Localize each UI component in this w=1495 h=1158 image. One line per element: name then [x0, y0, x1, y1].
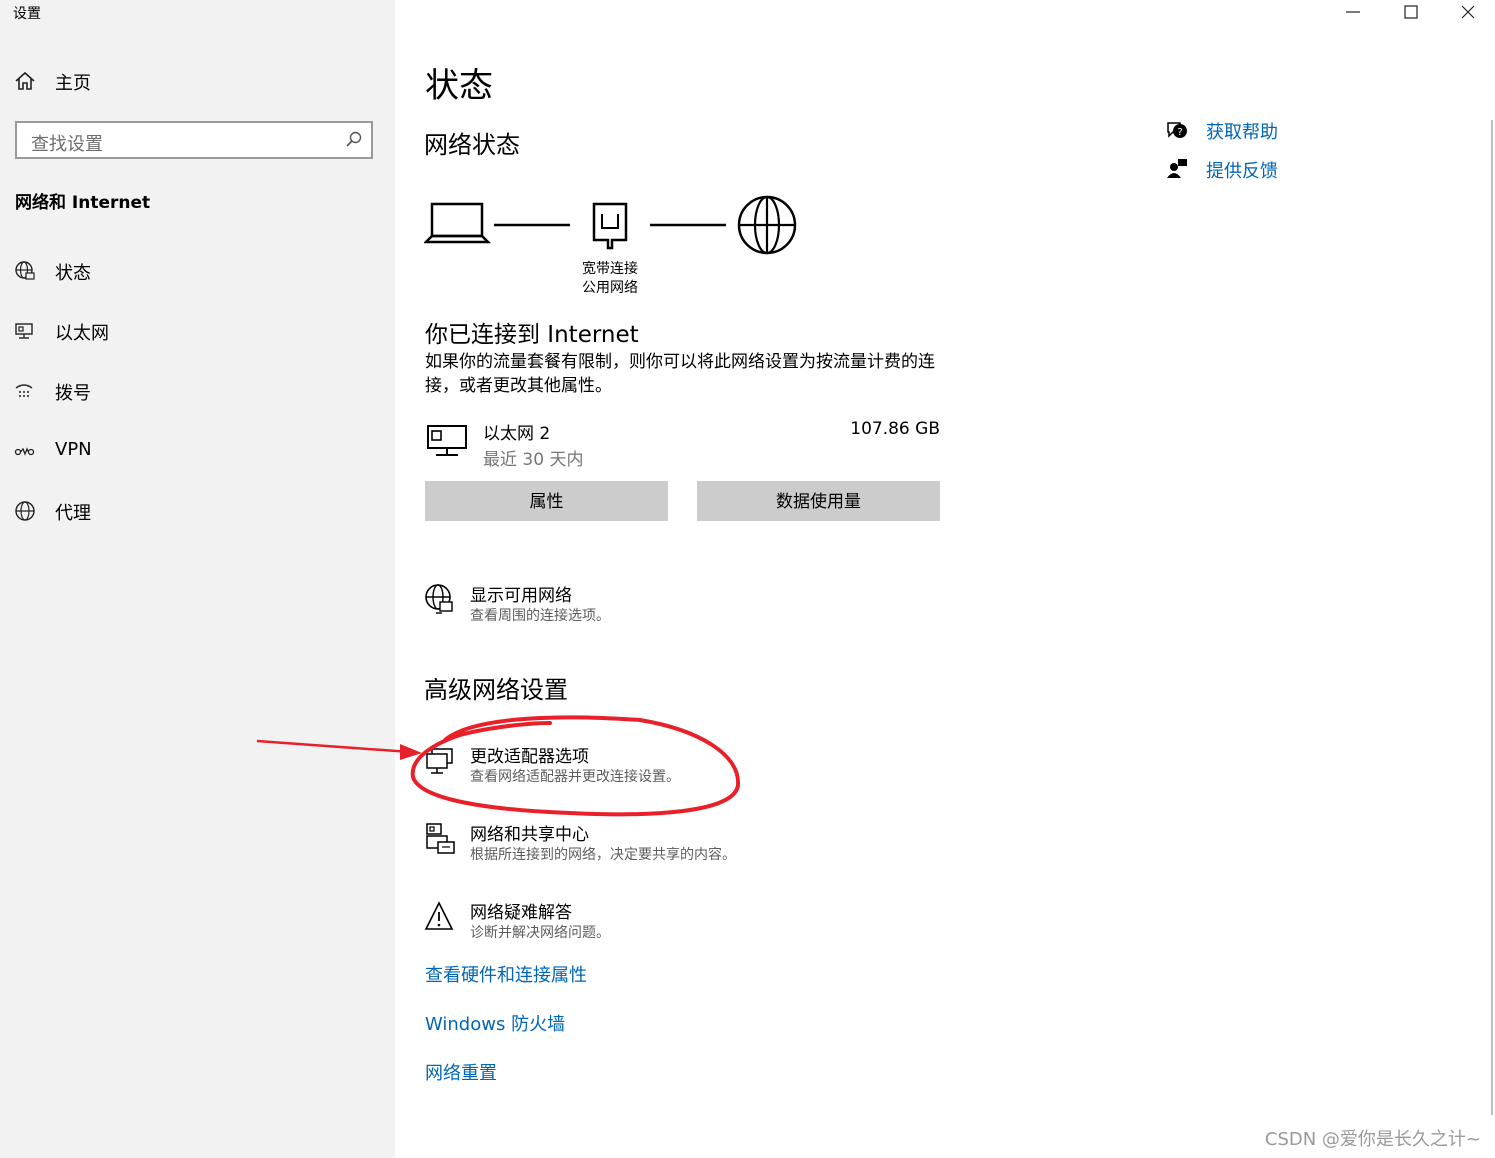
sidebar-item-status[interactable]: 状态 — [0, 248, 395, 296]
option-title: 网络疑难解答 — [470, 903, 572, 923]
ethernet-adapter-icon — [427, 425, 467, 456]
router-icon — [592, 202, 628, 250]
svg-text:?: ? — [1177, 127, 1182, 138]
adapter-name: 以太网 2 — [483, 424, 551, 444]
minimize-button[interactable] — [1330, 0, 1376, 26]
network-troubleshooter[interactable]: 网络疑难解答 诊断并解决网络问题。 — [424, 897, 824, 947]
maximize-button[interactable] — [1388, 0, 1434, 26]
globe-icon — [14, 500, 36, 522]
option-title: 网络和共享中心 — [470, 825, 589, 845]
sidebar-item-label: VPN — [55, 439, 92, 460]
get-help-link[interactable]: 获取帮助 — [1206, 118, 1278, 144]
section-heading: 网络和 Internet — [15, 193, 151, 213]
network-diagram — [424, 195, 797, 255]
feedback-link[interactable]: 提供反馈 — [1206, 157, 1278, 183]
red-annotation — [256, 715, 741, 817]
sidebar-item-vpn[interactable]: VPN — [0, 428, 395, 476]
annotation-circle — [410, 715, 741, 817]
sidebar-item-label: 状态 — [55, 263, 91, 284]
minimize-icon — [1346, 11, 1360, 13]
globe-status-icon — [14, 260, 36, 282]
warning-icon — [424, 901, 454, 930]
adapter-period: 最近 30 天内 — [483, 450, 584, 470]
option-subtitle: 诊断并解决网络问题。 — [470, 925, 610, 941]
sidebar-item-label: 以太网 — [55, 323, 109, 344]
search-icon[interactable] — [345, 130, 363, 148]
feedback-icon — [1167, 159, 1187, 178]
hardware-properties-link[interactable]: 查看硬件和连接属性 — [425, 961, 587, 987]
watermark: CSDN @爱你是长久之计~ — [1264, 1129, 1481, 1150]
page-title: 状态 — [425, 66, 493, 106]
search-placeholder: 查找设置 — [31, 134, 103, 155]
dialup-icon — [14, 380, 36, 402]
internet-globe-icon — [737, 195, 797, 255]
sidebar-item-ethernet[interactable]: 以太网 — [0, 308, 395, 356]
option-title: 显示可用网络 — [470, 586, 572, 606]
ethernet-icon — [14, 320, 36, 342]
sharing-center-icon — [426, 823, 455, 854]
network-reset-link[interactable]: 网络重置 — [425, 1059, 497, 1085]
windows-firewall-link[interactable]: Windows 防火墙 — [425, 1010, 565, 1036]
laptop-icon — [424, 202, 492, 244]
connected-description: 如果你的流量套餐有限制，则你可以将此网络设置为按流量计费的连接，或者更改其他属性… — [425, 352, 935, 396]
give-feedback[interactable]: 提供反馈 — [1165, 156, 1305, 184]
sidebar-item-home[interactable]: 主页 — [0, 58, 395, 106]
sidebar-item-proxy[interactable]: 代理 — [0, 488, 395, 536]
help-chat-icon: ? — [1167, 122, 1187, 138]
sidebar-item-label: 主页 — [55, 73, 91, 94]
scrollbar[interactable] — [1491, 120, 1493, 1115]
advanced-settings-heading: 高级网络设置 — [424, 676, 568, 704]
get-help[interactable]: ? 获取帮助 — [1165, 117, 1305, 145]
window-title: 设置 — [13, 6, 41, 22]
annotation-arrow — [256, 739, 411, 754]
maximize-icon — [1404, 5, 1418, 19]
network-status-heading: 网络状态 — [424, 131, 520, 159]
option-subtitle: 查看周围的连接选项。 — [470, 608, 610, 624]
sidebar-item-dialup[interactable]: 拨号 — [0, 368, 395, 416]
properties-button[interactable]: 属性 — [425, 481, 668, 521]
network-sharing-center[interactable]: 网络和共享中心 根据所连接到的网络，决定要共享的内容。 — [424, 819, 824, 869]
connection-name: 宽带连接 — [582, 261, 638, 277]
vpn-icon — [14, 440, 36, 462]
close-button[interactable] — [1445, 0, 1491, 26]
home-icon — [14, 70, 36, 92]
connected-title: 你已连接到 Internet — [425, 322, 639, 348]
close-icon — [1461, 5, 1475, 19]
search-input[interactable]: 查找设置 — [15, 121, 373, 159]
data-usage-button[interactable]: 数据使用量 — [697, 481, 940, 521]
option-subtitle: 根据所连接到的网络，决定要共享的内容。 — [470, 847, 736, 863]
globe-network-icon — [425, 584, 453, 614]
network-type: 公用网络 — [582, 280, 638, 296]
sidebar — [0, 0, 395, 1158]
sidebar-item-label: 拨号 — [55, 383, 91, 404]
sidebar-item-label: 代理 — [55, 503, 91, 524]
adapter-data-usage: 107.86 GB — [850, 419, 940, 439]
show-available-networks[interactable]: 显示可用网络 查看周围的连接选项。 — [424, 580, 824, 630]
